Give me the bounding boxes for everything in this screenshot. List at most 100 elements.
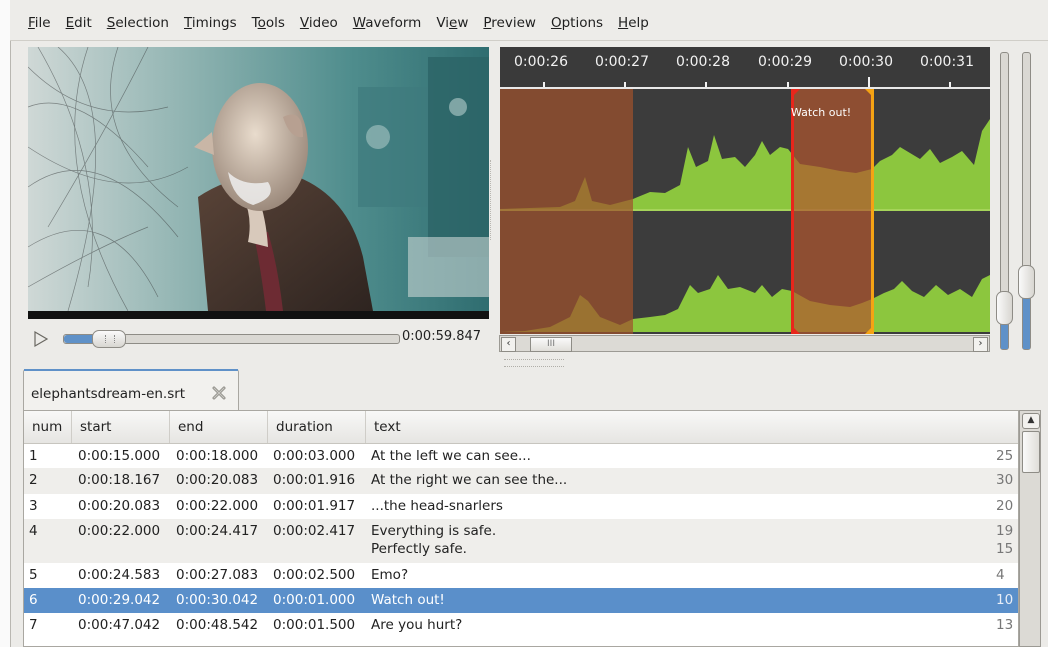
cell-end: 0:00:24.417: [176, 523, 259, 539]
cell-num: 4: [29, 523, 38, 539]
waveform-zoom-slider[interactable]: [996, 52, 1013, 350]
cell-start: 0:00:47.042: [78, 617, 161, 633]
playback-time: 0:00:59.847: [402, 329, 482, 344]
window-edge: [0, 0, 11, 647]
cell-num: 3: [29, 498, 38, 514]
waveform-view[interactable]: 0:00:26 0:00:27 0:00:28 0:00:29 0:00:30 …: [500, 47, 990, 334]
menu-video[interactable]: Video: [300, 15, 338, 31]
slider-handle[interactable]: [1018, 265, 1035, 299]
scroll-thumb[interactable]: [1022, 431, 1040, 473]
menu-edit[interactable]: Edit: [66, 15, 92, 31]
waveform-subtitle-label: Watch out!: [791, 106, 852, 119]
close-icon: [212, 386, 226, 400]
cell-char-count: 10: [996, 592, 1014, 608]
table-vertical-scrollbar[interactable]: ▲: [1019, 410, 1041, 647]
cell-start: 0:00:22.000: [78, 523, 161, 539]
table-row[interactable]: 5 0:00:24.583 0:00:27.083 0:00:02.500 Em…: [24, 563, 1018, 588]
cell-start: 0:00:15.000: [78, 448, 161, 464]
cell-duration: 0:00:01.916: [273, 472, 356, 488]
menu-selection[interactable]: Selection: [107, 15, 169, 31]
column-header-end[interactable]: end: [170, 411, 268, 443]
column-header-text[interactable]: text: [366, 411, 1018, 443]
cell-text: Watch out!: [371, 592, 445, 608]
ruler-tick: [624, 82, 626, 87]
cell-duration: 0:00:03.000: [273, 448, 356, 464]
menu-waveform[interactable]: Waveform: [353, 15, 422, 31]
cell-num: 2: [29, 472, 38, 488]
table-row[interactable]: 4 0:00:22.000 0:00:24.417 0:00:02.417 Ev…: [24, 519, 1018, 563]
scroll-thumb[interactable]: III: [530, 337, 572, 352]
table-row[interactable]: 7 0:00:47.042 0:00:48.542 0:00:01.500 Ar…: [24, 613, 1018, 638]
scroll-up-button[interactable]: ▲: [1022, 413, 1040, 429]
play-button[interactable]: [32, 330, 50, 348]
ruler-label: 0:00:26: [514, 54, 568, 70]
slider-handle[interactable]: [996, 291, 1013, 325]
menu-options[interactable]: Options: [551, 15, 603, 31]
seek-slider-handle[interactable]: [92, 330, 126, 348]
pane-splitter[interactable]: [504, 359, 564, 367]
cell-char-count: 4: [996, 567, 1005, 583]
cell-text: ...the head-snarlers: [371, 498, 503, 514]
volume-slider[interactable]: [1018, 52, 1035, 350]
subtitle-region-selected[interactable]: [792, 89, 873, 334]
waveform-horizontal-scrollbar[interactable]: ‹ III ›: [499, 335, 990, 352]
ruler-label: 0:00:30: [839, 54, 893, 70]
table-row[interactable]: 3 0:00:20.083 0:00:22.000 0:00:01.917 ..…: [24, 494, 1018, 519]
subtitle-table: num start end duration text 1 0:00:15.00…: [23, 410, 1019, 647]
cell-start: 0:00:18.167: [78, 472, 161, 488]
cell-start: 0:00:24.583: [78, 567, 161, 583]
ruler-label: 0:00:31: [920, 54, 974, 70]
cell-end: 0:00:18.000: [176, 448, 259, 464]
waveform-time-ruler: 0:00:26 0:00:27 0:00:28 0:00:29 0:00:30 …: [500, 47, 990, 89]
cell-duration: 0:00:01.000: [273, 592, 356, 608]
cell-start: 0:00:29.042: [78, 592, 161, 608]
scroll-right-button[interactable]: ›: [973, 337, 988, 352]
tab-label: elephantsdream-en.srt: [31, 386, 186, 402]
video-frame[interactable]: [28, 47, 489, 319]
tab-close-button[interactable]: [209, 383, 229, 403]
menu-timings[interactable]: Timings: [184, 15, 237, 31]
document-tab[interactable]: elephantsdream-en.srt: [23, 369, 239, 411]
column-header-num[interactable]: num: [24, 411, 72, 443]
cell-start: 0:00:20.083: [78, 498, 161, 514]
cell-duration: 0:00:01.917: [273, 498, 356, 514]
column-header-start[interactable]: start: [72, 411, 170, 443]
menu-help[interactable]: Help: [618, 15, 649, 31]
menu-view[interactable]: View: [436, 15, 468, 31]
cell-duration: 0:00:02.417: [273, 523, 356, 539]
table-row[interactable]: 2 0:00:18.167 0:00:20.083 0:00:01.916 At…: [24, 468, 1018, 494]
vertical-splitter[interactable]: [490, 160, 496, 240]
cell-text: Everything is safe. Perfectly safe.: [371, 523, 497, 557]
menu-preview[interactable]: Preview: [483, 15, 536, 31]
menu-bar: File Edit Selection Timings Tools Video …: [10, 0, 1048, 41]
ruler-label: 0:00:29: [758, 54, 812, 70]
menu-file[interactable]: File: [28, 15, 51, 31]
cell-char-count: 13: [996, 617, 1014, 633]
table-row[interactable]: 1 0:00:15.000 0:00:18.000 0:00:03.000 At…: [24, 444, 1018, 468]
cell-end: 0:00:20.083: [176, 472, 259, 488]
cell-end: 0:00:30.042: [176, 592, 259, 608]
table-row-selected[interactable]: 6 0:00:29.042 0:00:30.042 0:00:01.000 Wa…: [24, 588, 1018, 613]
seek-slider[interactable]: [63, 330, 400, 348]
column-header-duration[interactable]: duration: [268, 411, 366, 443]
cell-text: At the right we can see the...: [371, 472, 568, 488]
subtitle-start-marker[interactable]: [791, 89, 794, 334]
table-body: 1 0:00:15.000 0:00:18.000 0:00:03.000 At…: [24, 444, 1018, 638]
cell-num: 6: [29, 592, 38, 608]
play-icon: [34, 330, 49, 348]
cell-num: 7: [29, 617, 38, 633]
scroll-left-button[interactable]: ‹: [501, 337, 516, 352]
ruler-label: 0:00:28: [676, 54, 730, 70]
table-header: num start end duration text: [24, 411, 1018, 444]
subtitle-end-marker[interactable]: [871, 89, 874, 334]
cell-char-count: 30: [996, 472, 1014, 488]
menu-tools[interactable]: Tools: [252, 15, 285, 31]
cell-duration: 0:00:02.500: [273, 567, 356, 583]
waveform-canvas: [500, 89, 990, 334]
subtitle-region-previous[interactable]: [500, 89, 633, 334]
ruler-tick: [787, 82, 789, 87]
video-bottom-border: [28, 311, 489, 319]
cell-char-count: 19 15: [996, 523, 1014, 557]
cell-end: 0:00:27.083: [176, 567, 259, 583]
ruler-tick: [949, 82, 951, 87]
